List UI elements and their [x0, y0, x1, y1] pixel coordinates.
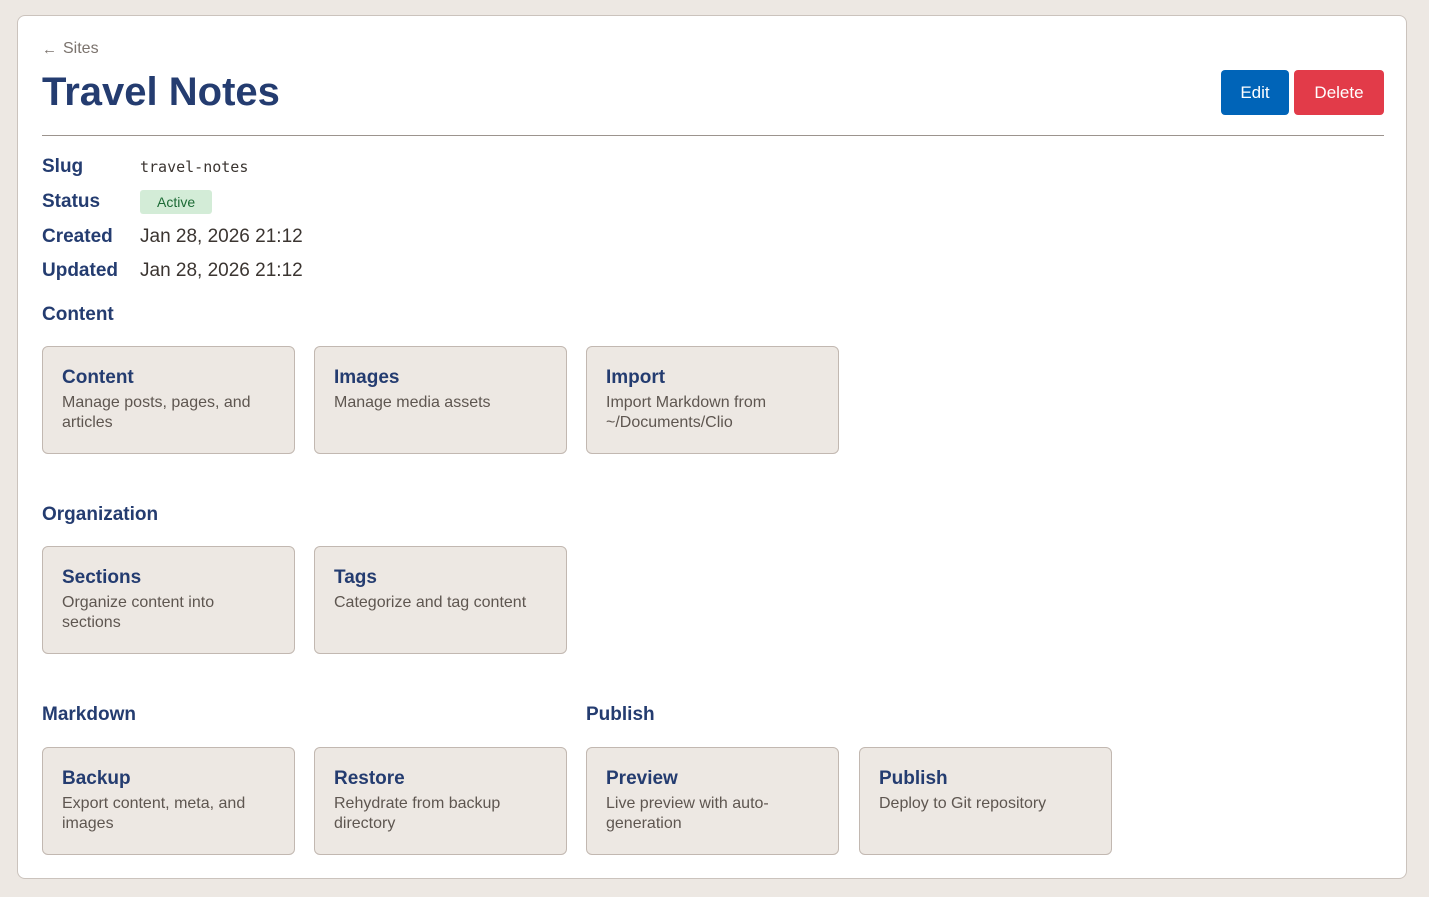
sections-card[interactable]: Sections Organize content into sections: [42, 546, 295, 654]
markdown-section-heading: Markdown: [42, 704, 136, 725]
detail-row-updated: Updated Jan 28, 2026 21:12: [42, 260, 303, 282]
card-title: Backup: [62, 768, 131, 789]
page-title: Travel Notes: [42, 70, 280, 114]
status-badge: Active: [140, 190, 213, 214]
arrow-left-icon: ←: [42, 40, 57, 58]
tags-card[interactable]: Tags Categorize and tag content: [314, 546, 567, 654]
backup-card[interactable]: Backup Export content, meta, and images: [42, 747, 295, 855]
site-detail-panel: ← Sites Travel Notes Edit Delete Slug tr…: [17, 15, 1407, 879]
status-label: Status: [42, 191, 101, 212]
back-link-label: Sites: [63, 40, 99, 57]
updated-label: Updated: [42, 260, 118, 281]
card-title: Publish: [879, 768, 948, 789]
header-divider: [42, 135, 1384, 136]
card-title: Sections: [62, 567, 142, 588]
publish-section-heading: Publish: [586, 704, 655, 725]
import-card[interactable]: Import Import Markdown from ~/Documents/…: [586, 346, 839, 454]
back-to-sites-link[interactable]: ← Sites: [42, 40, 99, 58]
card-description: Import Markdown from ~/Documents/Clio: [606, 394, 767, 431]
publish-card[interactable]: Publish Deploy to Git repository: [859, 747, 1112, 855]
card-description: Categorize and tag content: [334, 594, 527, 611]
card-title: Tags: [334, 567, 377, 588]
detail-row-created: Created Jan 28, 2026 21:12: [42, 226, 303, 248]
content-card[interactable]: Content Manage posts, pages, and article…: [42, 346, 295, 454]
edit-button[interactable]: Edit: [1221, 70, 1289, 115]
restore-card[interactable]: Restore Rehydrate from backup directory: [314, 747, 567, 855]
card-description: Organize content into sections: [62, 594, 215, 631]
card-description: Export content, meta, and images: [62, 795, 246, 832]
card-description: Manage media assets: [334, 394, 491, 411]
created-label: Created: [42, 226, 113, 247]
card-title: Preview: [606, 768, 678, 789]
content-section-heading: Content: [42, 304, 114, 325]
slug-label: Slug: [42, 156, 84, 177]
organization-section-heading: Organization: [42, 504, 159, 525]
detail-row-slug: Slug travel-notes: [42, 156, 248, 178]
card-title: Restore: [334, 768, 405, 789]
card-description: Rehydrate from backup directory: [334, 795, 501, 832]
slug-value: travel-notes: [140, 158, 249, 176]
card-description: Manage posts, pages, and articles: [62, 394, 251, 431]
card-description: Live preview with auto-generation: [606, 795, 769, 832]
updated-value: Jan 28, 2026 21:12: [140, 260, 303, 281]
detail-row-status: Status Active: [42, 190, 213, 214]
images-card[interactable]: Images Manage media assets: [314, 346, 567, 454]
preview-card[interactable]: Preview Live preview with auto-generatio…: [586, 747, 839, 855]
card-title: Import: [606, 367, 666, 388]
card-description: Deploy to Git repository: [879, 795, 1047, 812]
delete-button[interactable]: Delete: [1294, 70, 1384, 115]
card-title: Content: [62, 367, 134, 388]
created-value: Jan 28, 2026 21:12: [140, 226, 303, 247]
card-title: Images: [334, 367, 400, 388]
